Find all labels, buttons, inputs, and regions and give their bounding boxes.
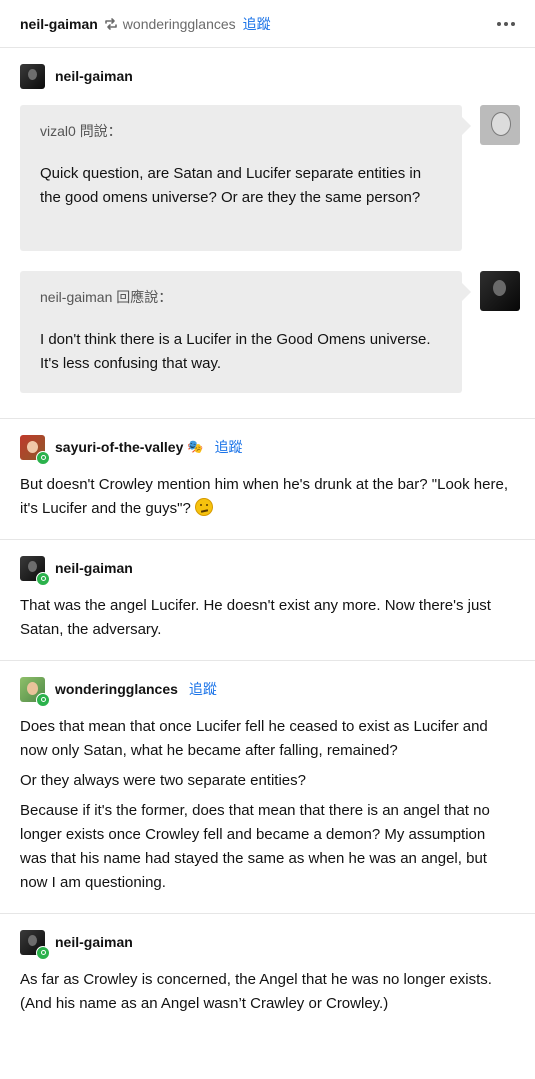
author-name[interactable]: neil-gaiman bbox=[55, 934, 133, 950]
sticker-icon: 🎭 bbox=[187, 439, 204, 454]
answerer-suffix: 回應說： bbox=[116, 289, 173, 305]
reblogged-from-link[interactable]: wonderingglances bbox=[123, 16, 236, 32]
post-author-row: neil-gaiman bbox=[0, 929, 535, 960]
post-text: But doesn't Crowley mention him when he'… bbox=[20, 476, 508, 517]
badge-icon bbox=[36, 692, 50, 707]
answer-text: I don't think there is a Lucifer in the … bbox=[40, 331, 431, 372]
ask-meta: vizal0 問說： bbox=[40, 121, 122, 141]
follow-button[interactable]: 追蹤 bbox=[215, 437, 243, 457]
avatar[interactable] bbox=[20, 434, 50, 465]
answerer-avatar[interactable] bbox=[480, 271, 520, 311]
follow-button[interactable]: 追蹤 bbox=[243, 14, 271, 34]
post-author-row: wonderingglances 追蹤 bbox=[0, 676, 535, 707]
post-paragraph: Because if it's the former, does that me… bbox=[20, 802, 490, 891]
ask-block: vizal0 問說： Quick question, are Satan and… bbox=[0, 105, 535, 251]
post-author-row: sayuri-of-the-valley 🎭 追蹤 bbox=[0, 434, 535, 465]
avatar[interactable] bbox=[20, 929, 50, 960]
avatar[interactable] bbox=[20, 63, 45, 89]
asker-name[interactable]: vizal0 bbox=[40, 123, 76, 139]
follow-button[interactable]: 追蹤 bbox=[189, 679, 217, 699]
post-body: But doesn't Crowley mention him when he'… bbox=[0, 473, 535, 521]
post-header: neil-gaiman wonderingglances 追蹤 bbox=[0, 0, 535, 48]
author-name[interactable]: neil-gaiman bbox=[55, 560, 133, 576]
avatar[interactable] bbox=[20, 555, 50, 586]
badge-icon bbox=[36, 945, 50, 960]
more-icon[interactable] bbox=[497, 21, 515, 26]
post-text: That was the angel Lucifer. He doesn't e… bbox=[20, 597, 491, 638]
asker-avatar[interactable] bbox=[480, 105, 520, 145]
post-body: Does that mean that once Lucifer fell he… bbox=[0, 715, 535, 895]
author-name[interactable]: sayuri-of-the-valley bbox=[55, 439, 183, 455]
thread-author-row: neil-gaiman bbox=[0, 63, 535, 89]
badge-icon bbox=[36, 450, 50, 465]
post-paragraph: Or they always were two separate entitie… bbox=[20, 772, 306, 789]
answerer-name[interactable]: neil-gaiman bbox=[40, 289, 112, 305]
header-author-link[interactable]: neil-gaiman bbox=[20, 16, 98, 32]
author-name[interactable]: neil-gaiman bbox=[55, 68, 133, 84]
post-paragraph: Does that mean that once Lucifer fell he… bbox=[20, 718, 488, 759]
post-body: That was the angel Lucifer. He doesn't e… bbox=[0, 594, 535, 642]
ask-bubble: vizal0 問說： Quick question, are Satan and… bbox=[20, 105, 471, 251]
post-body: As far as Crowley is concerned, the Ange… bbox=[0, 968, 535, 1016]
author-name[interactable]: wonderingglances bbox=[55, 681, 178, 697]
post-text: As far as Crowley is concerned, the Ange… bbox=[20, 971, 492, 1012]
ask-question: Quick question, are Satan and Lucifer se… bbox=[40, 165, 422, 206]
thinking-face-icon bbox=[194, 498, 213, 517]
answer-block: neil-gaiman 回應說： I don't think there is … bbox=[0, 271, 535, 393]
asker-suffix: 問說： bbox=[79, 123, 122, 139]
badge-icon bbox=[36, 571, 50, 586]
avatar[interactable] bbox=[20, 676, 50, 707]
answer-meta: neil-gaiman 回應說： bbox=[40, 287, 172, 307]
post-author-row: neil-gaiman bbox=[0, 555, 535, 586]
reblog-icon bbox=[104, 17, 118, 31]
answer-bubble: neil-gaiman 回應說： I don't think there is … bbox=[20, 271, 471, 393]
